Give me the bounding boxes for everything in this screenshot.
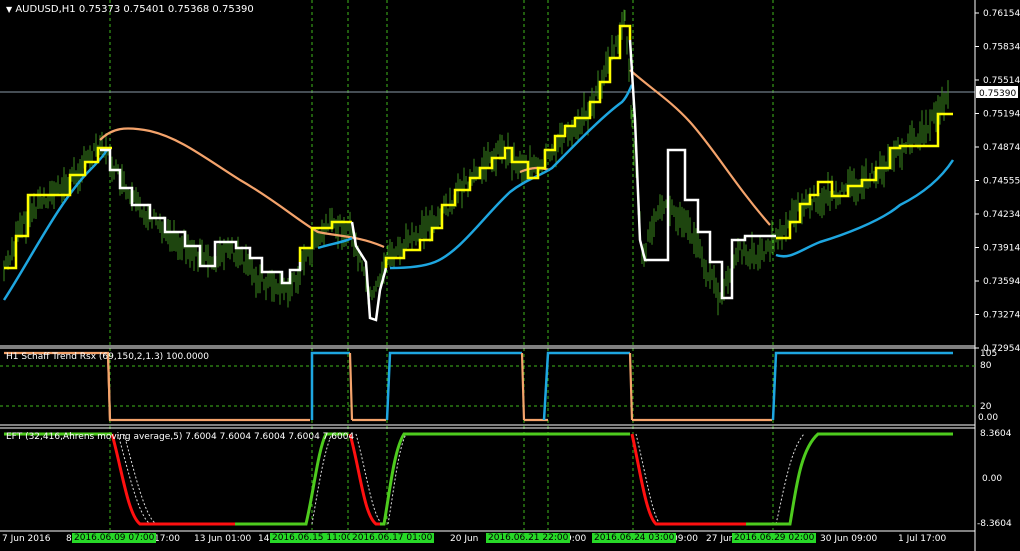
symbol-label: AUDUSD,H1 [15, 4, 76, 15]
price-label: 0.73274 [983, 311, 1020, 321]
chart-canvas: 0.76154 0.75834 0.75514 0.75194 0.74874 0.745… [0, 0, 1020, 551]
schaff-title: H1 Schaff Trend Rsx (69,150,2,1.3) 100.0… [6, 352, 209, 362]
time-highlight: 2016.06.29 02:00 [732, 533, 817, 543]
blue-ma-line [2, 84, 955, 301]
price-label: 0.75514 [983, 76, 1020, 86]
eft-level-top: 8.3604 [980, 429, 1012, 439]
quote-values: 0.75373 0.75401 0.75368 0.75390 [78, 4, 254, 15]
price-labels: 0.76154 0.75834 0.75514 0.75194 0.74874 0.745… [975, 9, 1020, 354]
yellow-step-line [4, 24, 953, 270]
main-title: ▼ AUDUSD,H1 0.75373 0.75401 0.75368 0.75… [6, 4, 254, 15]
time-label: 7 Jun 2016 [2, 534, 51, 544]
eft-level-bottom: -8.3604 [977, 519, 1012, 529]
time-label: 30 Jun 09:00 [820, 534, 878, 544]
time-label: 8 [66, 534, 72, 544]
schaff-level-105: 105 [980, 349, 998, 359]
time-highlight: 2016.06.17 01:00 [350, 533, 435, 543]
schaff-line-orange-drops [106, 352, 634, 421]
price-label: 0.75834 [983, 43, 1020, 53]
schaff-level-20: 20 [980, 402, 992, 412]
price-candles [3, 9, 949, 316]
schaff-levels [0, 365, 975, 407]
price-label: 0.74555 [983, 177, 1020, 187]
price-label: 0.73914 [983, 244, 1020, 254]
time-highlight: 2016.06.24 03:00 [592, 533, 677, 543]
time-highlight: 2016.06.15 11:00 [270, 533, 355, 543]
eft-green-line [4, 432, 953, 526]
current-price-value: 0.75390 [979, 89, 1016, 99]
time-label: 14 [258, 534, 270, 544]
eft-dotted-lines [117, 433, 805, 525]
time-label: 27 Jun [706, 534, 735, 544]
time-label: 13 Jun 01:00 [194, 534, 252, 544]
price-label: 0.75194 [983, 110, 1020, 120]
time-highlight: 2016.06.09 07:00 [72, 533, 157, 543]
eft-level-zero: 0.00 [982, 474, 1003, 484]
price-label: 0.73594 [983, 277, 1020, 287]
price-label: 0.76154 [983, 9, 1020, 19]
time-label: 17:00 [154, 534, 180, 544]
schaff-level-80: 80 [980, 361, 992, 371]
schaff-level-0: 0.00 [978, 413, 999, 423]
white-step-line [100, 39, 776, 322]
time-highlight: 2016.06.21 22:00 [486, 533, 571, 543]
time-label: 1 Jul 17:00 [898, 534, 947, 544]
time-label: 20 Jun [450, 534, 479, 544]
price-label: 0.74874 [983, 143, 1020, 153]
price-label: 0.74234 [983, 210, 1020, 220]
dropdown-triangle-icon[interactable]: ▼ [6, 5, 12, 14]
eft-title: EFT (32,416,Ahrens moving average,5) 7.6… [6, 432, 355, 442]
eft-red-line [110, 433, 746, 526]
